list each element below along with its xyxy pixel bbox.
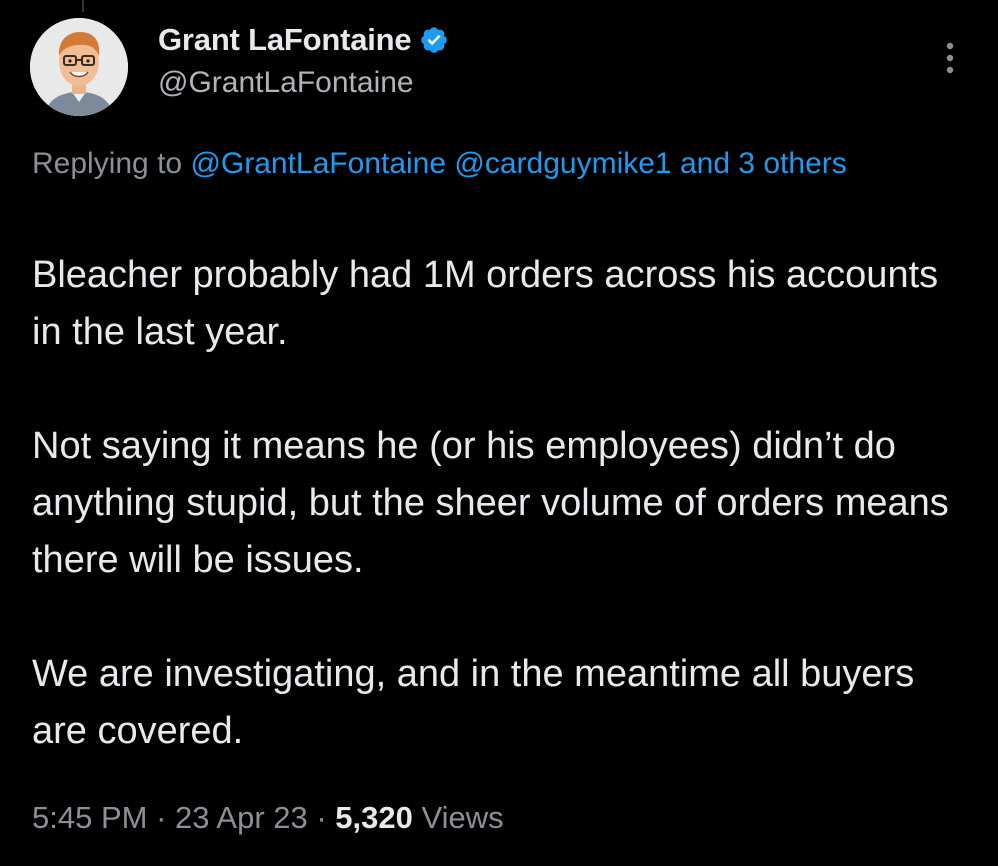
avatar[interactable]: [30, 18, 128, 116]
author-handle[interactable]: @GrantLaFontaine: [158, 66, 414, 100]
mention-link[interactable]: @GrantLaFontaine: [190, 147, 446, 180]
tweet-date[interactable]: 23 Apr 23: [175, 800, 308, 835]
avatar-illustration: [30, 18, 128, 116]
others-link[interactable]: and 3 others: [680, 147, 847, 180]
tweet-body: Bleacher probably had 1M orders across h…: [32, 247, 977, 760]
author-name-row: Grant LaFontaine: [158, 20, 449, 60]
tweet-time[interactable]: 5:45 PM: [32, 800, 147, 835]
views-count[interactable]: 5,320: [335, 800, 413, 835]
views-label: Views: [412, 800, 504, 835]
author-display-name[interactable]: Grant LaFontaine: [158, 22, 412, 58]
verified-badge-icon[interactable]: [419, 25, 449, 55]
tweet-paragraph: Bleacher probably had 1M orders across h…: [32, 254, 939, 353]
more-options-icon[interactable]: [930, 38, 970, 78]
meta-separator: ·: [307, 800, 336, 835]
mention-link[interactable]: @cardguymike1: [454, 147, 671, 180]
tweet-paragraph: We are investigating, and in the meantim…: [32, 653, 915, 752]
tweet-paragraph: Not saying it means he (or his employees…: [32, 425, 949, 581]
meta-separator: ·: [147, 800, 176, 835]
thread-connector-line: [82, 0, 84, 12]
replying-to-prefix: Replying to: [32, 147, 191, 180]
tweet-metadata: 5:45 PM · 23 Apr 23 · 5,320 Views: [32, 800, 504, 836]
replying-to-context: Replying to @GrantLaFontaine @cardguymik…: [32, 137, 972, 190]
